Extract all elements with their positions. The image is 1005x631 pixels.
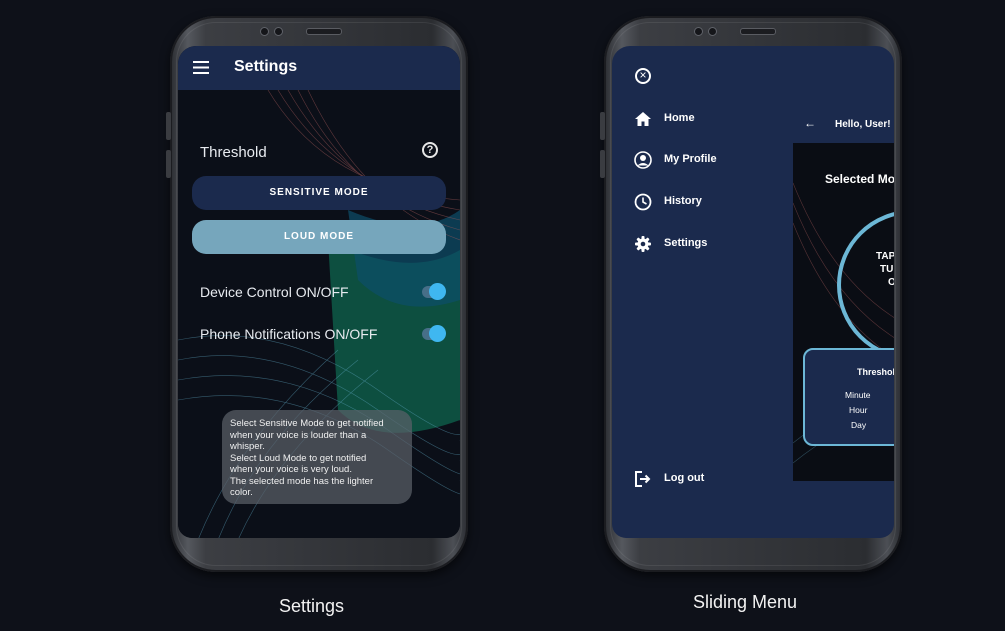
hamburger-menu-icon[interactable] <box>193 61 209 74</box>
threshold-label: Threshold <box>200 144 267 161</box>
mode-hint-tooltip: Select Sensitive Mode to get notified wh… <box>222 410 412 504</box>
side-button <box>600 112 605 140</box>
menu-item-history[interactable]: History <box>664 195 702 207</box>
logout-button[interactable]: Log out <box>664 472 704 484</box>
help-icon[interactable]: ? <box>422 142 438 158</box>
gear-icon <box>635 236 651 252</box>
background-app-content: ← Hello, User! Selected Mo TAP TU O Thre… <box>793 46 894 486</box>
circle-text-line: O <box>888 277 894 288</box>
side-button <box>166 112 171 140</box>
home-icon <box>635 112 651 126</box>
loud-mode-button[interactable]: LOUD MODE <box>192 220 446 254</box>
menu-phone-frame: ← Hello, User! Selected Mo TAP TU O Thre… <box>600 16 902 572</box>
side-button <box>600 150 605 178</box>
earpiece-speaker <box>740 28 776 35</box>
settings-screen: Settings Threshold ? SENSITIVE MODE LOUD… <box>178 46 460 538</box>
caption-settings: Settings <box>279 596 345 616</box>
device-control-label: Device Control ON/OFF <box>200 284 349 300</box>
clock-icon <box>634 193 652 211</box>
back-arrow-icon[interactable]: ← <box>804 116 816 130</box>
close-menu-icon[interactable]: × <box>635 68 651 84</box>
page-title: Settings <box>234 58 298 75</box>
device-control-toggle[interactable] <box>422 283 446 300</box>
side-button <box>166 150 171 178</box>
toggle-knob <box>429 283 446 300</box>
logout-icon <box>635 471 651 487</box>
menu-item-settings[interactable]: Settings <box>664 237 707 249</box>
threshold-row-hour: Hour <box>849 405 868 415</box>
top-app-bar <box>178 46 460 90</box>
toggle-knob <box>429 325 446 342</box>
front-sensor <box>274 27 283 36</box>
caption-sliding-menu: Sliding Menu <box>693 592 798 612</box>
phone-notifications-label: Phone Notifications ON/OFF <box>200 326 378 342</box>
threshold-card-title: Threshol <box>857 367 894 377</box>
sensitive-mode-button[interactable]: SENSITIVE MODE <box>192 176 446 210</box>
earpiece-speaker <box>306 28 342 35</box>
greeting-text: Hello, User! <box>835 119 891 130</box>
front-camera <box>694 27 703 36</box>
threshold-row-day: Day <box>851 420 867 430</box>
circle-text-line: TU <box>880 264 894 275</box>
threshold-card: Threshol Minute Hour Day <box>803 348 894 446</box>
threshold-row-minute: Minute <box>845 390 871 400</box>
menu-screen: ← Hello, User! Selected Mo TAP TU O Thre… <box>612 46 894 538</box>
profile-icon <box>634 151 652 169</box>
circle-text-line: TAP <box>876 251 894 262</box>
settings-phone-frame: Settings Threshold ? SENSITIVE MODE LOUD… <box>166 16 468 572</box>
menu-item-home[interactable]: Home <box>664 112 695 124</box>
phone-notifications-toggle[interactable] <box>422 325 446 342</box>
menu-item-my-profile[interactable]: My Profile <box>664 153 717 165</box>
selected-mode-label: Selected Mo <box>825 172 894 186</box>
front-camera <box>260 27 269 36</box>
front-sensor <box>708 27 717 36</box>
